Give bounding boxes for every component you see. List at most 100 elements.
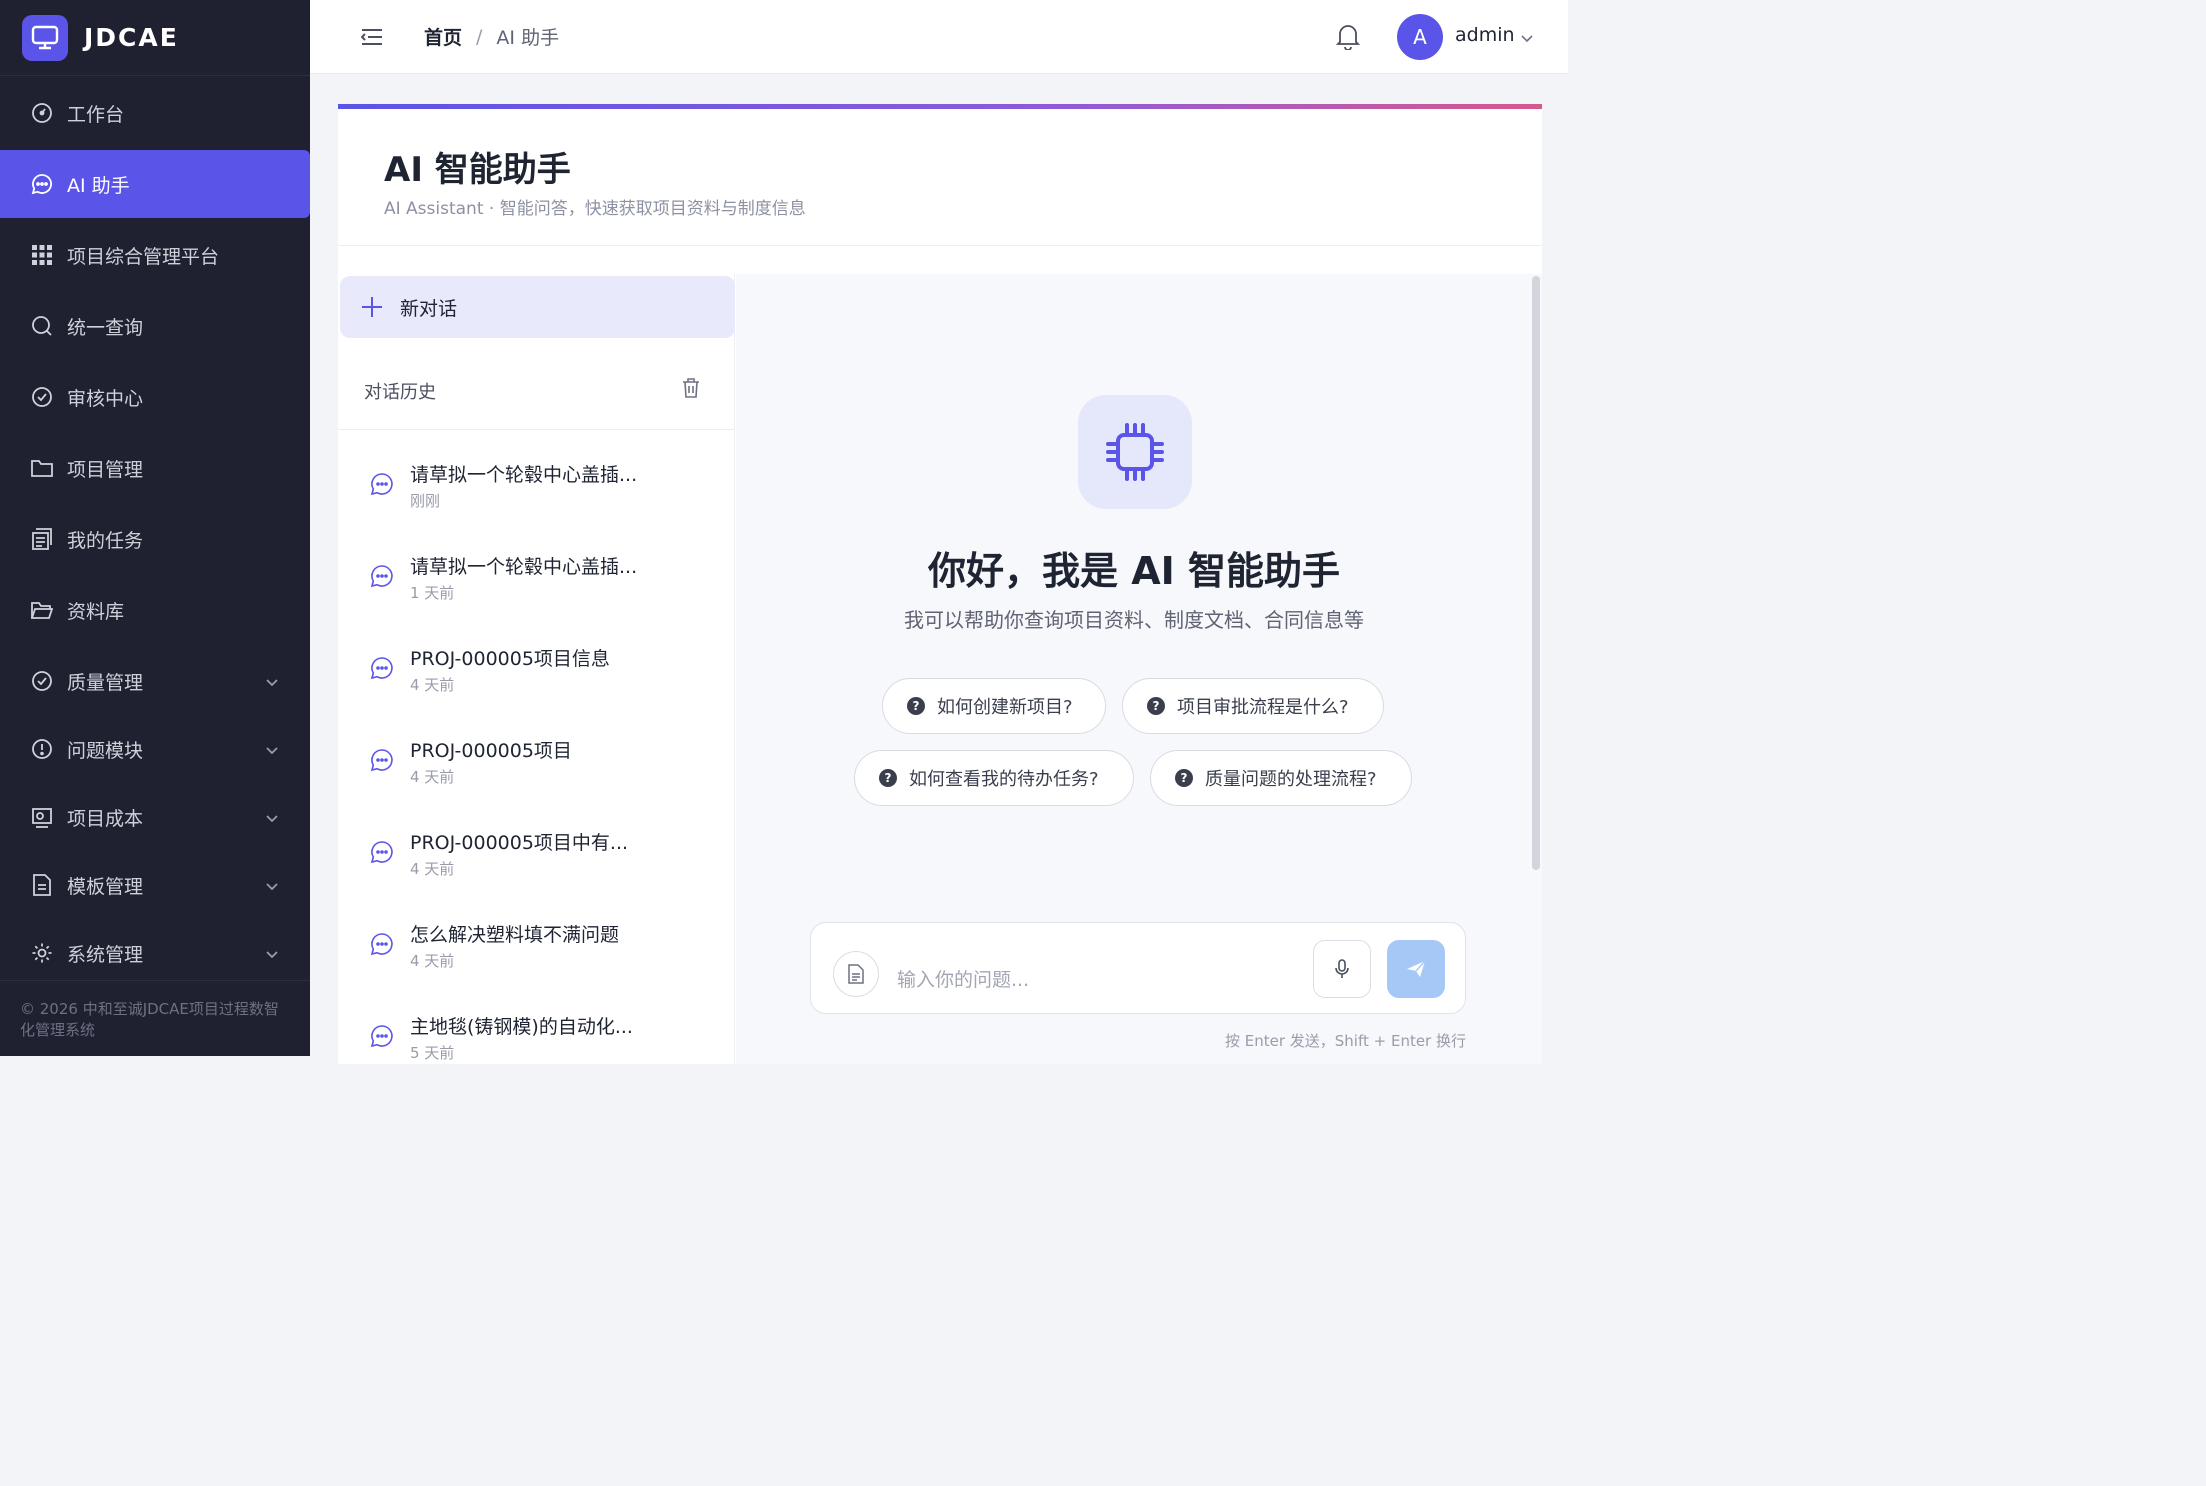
new-chat-button[interactable]: 新对话 xyxy=(340,276,735,338)
chat-area: 你好，我是 AI 智能助手 我可以帮助你查询项目资料、制度文档、合同信息等 ? … xyxy=(736,274,1542,1064)
history-item-title: 请草拟一个轮毂中心盖插... xyxy=(410,556,638,578)
history-item[interactable]: PROJ-000005项目信息 4 天前 xyxy=(338,614,735,706)
sidebar-item-ai-assistant[interactable]: AI 助手 xyxy=(0,150,310,218)
sidebar-item-label: 项目综合管理平台 xyxy=(67,245,220,268)
cpu-chip-icon xyxy=(1078,395,1192,509)
hero-subtitle: 我可以帮助你查询项目资料、制度文档、合同信息等 xyxy=(904,608,1364,632)
question-icon: ? xyxy=(907,697,925,715)
send-icon xyxy=(1407,960,1426,977)
microphone-icon xyxy=(1335,959,1349,978)
chat-icon xyxy=(370,1024,394,1048)
chevron-down-icon xyxy=(264,741,280,757)
folder-icon xyxy=(30,456,54,480)
alert-circle-icon xyxy=(30,737,54,761)
chat-icon xyxy=(370,748,394,772)
brand[interactable]: JDCAE xyxy=(0,0,310,76)
accent-bar xyxy=(338,104,1542,109)
question-icon: ? xyxy=(1147,697,1165,715)
history-item-time: 4 天前 xyxy=(410,860,455,878)
suggestion-label: 如何创建新项目? xyxy=(937,697,1073,718)
plus-icon xyxy=(360,295,384,319)
sidebar-item-project-management[interactable]: 项目管理 xyxy=(0,434,310,502)
question-icon: ? xyxy=(1175,769,1193,787)
history-item[interactable]: 请草拟一个轮毂中心盖插... 刚刚 xyxy=(338,430,735,522)
chat-icon xyxy=(370,472,394,496)
suggestion-label: 质量问题的处理流程? xyxy=(1205,769,1377,790)
attach-file-button[interactable] xyxy=(833,951,879,997)
suggestion-chip[interactable]: ? 质量问题的处理流程? xyxy=(1150,750,1412,806)
chevron-down-icon xyxy=(264,877,280,893)
chat-icon xyxy=(370,564,394,588)
brand-name: JDCAE xyxy=(84,23,179,52)
top-header: 首页 / AI 助手 A admin xyxy=(310,0,1568,74)
sidebar-item-project-cost[interactable]: 项目成本 xyxy=(0,783,310,851)
sidebar-item-templates[interactable]: 模板管理 xyxy=(0,851,310,919)
document-icon xyxy=(30,873,54,897)
history-item-title: PROJ-000005项目中有... xyxy=(410,832,629,854)
avatar[interactable]: A xyxy=(1397,14,1443,60)
folder-open-icon xyxy=(30,598,54,622)
suggestion-chip[interactable]: ? 项目审批流程是什么? xyxy=(1122,678,1384,734)
check-circle-icon xyxy=(30,385,54,409)
page-title: AI 智能助手 xyxy=(384,150,571,190)
input-hint: 按 Enter 发送，Shift + Enter 换行 xyxy=(1224,1032,1466,1050)
history-item[interactable]: 怎么解决塑料填不满问题 4 天前 xyxy=(338,890,735,982)
chat-icon xyxy=(30,172,54,196)
bell-icon[interactable] xyxy=(1335,22,1362,51)
sidebar-item-issues[interactable]: 问题模块 xyxy=(0,715,310,783)
hero-title: 你好，我是 AI 智能助手 xyxy=(927,549,1340,593)
breadcrumb-home[interactable]: 首页 xyxy=(424,23,462,50)
sidebar-item-label: AI 助手 xyxy=(67,174,130,197)
sidebar-item-label: 统一查询 xyxy=(67,316,144,339)
sidebar-item-review-center[interactable]: 审核中心 xyxy=(0,363,310,431)
chat-icon xyxy=(370,932,394,956)
gear-icon xyxy=(30,941,54,965)
voice-input-button[interactable] xyxy=(1313,940,1371,998)
history-item[interactable]: 主地毯(铸钢模)的自动化... 5 天前 xyxy=(338,982,735,1064)
sidebar-item-label: 问题模块 xyxy=(67,739,144,762)
breadcrumb-current: AI 助手 xyxy=(496,27,560,49)
history-item-title: PROJ-000005项目 xyxy=(410,740,572,762)
sidebar-item-quality[interactable]: 质量管理 xyxy=(0,647,310,715)
sidebar-item-label: 审核中心 xyxy=(67,387,144,410)
scrollbar[interactable] xyxy=(1532,276,1540,870)
history-item-time: 5 天前 xyxy=(410,1044,455,1062)
question-icon: ? xyxy=(879,769,897,787)
trash-icon[interactable] xyxy=(682,378,702,400)
chevron-down-icon[interactable] xyxy=(1520,30,1534,44)
sidebar-footer: © 2026 中和至诚JDCAE项目过程数智化管理系统 xyxy=(0,980,310,1056)
history-panel: 新对话 对话历史 请草拟一个轮毂中心盖插... 刚刚 请草拟一个轮毂中心盖插..… xyxy=(338,274,735,1064)
history-item-time: 4 天前 xyxy=(410,768,455,786)
history-item[interactable]: 请草拟一个轮毂中心盖插... 1 天前 xyxy=(338,522,735,614)
chevron-down-icon xyxy=(264,673,280,689)
new-chat-label: 新对话 xyxy=(400,297,458,320)
suggestion-label: 项目审批流程是什么? xyxy=(1177,697,1349,718)
dashboard-icon xyxy=(30,101,54,125)
sidebar-item-unified-query[interactable]: 统一查询 xyxy=(0,292,310,360)
monitor-icon xyxy=(22,14,68,61)
sidebar-item-system[interactable]: 系统管理 xyxy=(0,919,310,987)
sidebar-item-label: 资料库 xyxy=(67,600,125,623)
menu-collapse-icon[interactable] xyxy=(360,25,384,49)
history-item-time: 1 天前 xyxy=(410,584,455,602)
history-item-title: 请草拟一个轮毂中心盖插... xyxy=(410,464,638,486)
history-heading: 对话历史 xyxy=(364,382,436,403)
chevron-down-icon xyxy=(264,945,280,961)
username[interactable]: admin xyxy=(1455,24,1515,46)
sidebar-item-project-platform[interactable]: 项目综合管理平台 xyxy=(0,221,310,289)
sidebar-item-label: 模板管理 xyxy=(67,875,144,898)
breadcrumb-separator: / xyxy=(476,25,483,48)
suggestion-chip[interactable]: ? 如何创建新项目? xyxy=(882,678,1106,734)
divider xyxy=(338,245,1542,246)
sidebar-item-label: 项目成本 xyxy=(67,807,144,830)
file-icon xyxy=(848,964,864,984)
history-item[interactable]: PROJ-000005项目 4 天前 xyxy=(338,706,735,798)
sidebar-item-my-tasks[interactable]: 我的任务 xyxy=(0,505,310,573)
sidebar-item-library[interactable]: 资料库 xyxy=(0,576,310,644)
chat-input[interactable] xyxy=(897,965,1297,995)
suggestion-chip[interactable]: ? 如何查看我的待办任务? xyxy=(854,750,1134,806)
sidebar-item-workbench[interactable]: 工作台 xyxy=(0,79,310,147)
history-item[interactable]: PROJ-000005项目中有... 4 天前 xyxy=(338,798,735,890)
history-item-title: 主地毯(铸钢模)的自动化... xyxy=(410,1016,633,1038)
send-button[interactable] xyxy=(1387,940,1445,998)
